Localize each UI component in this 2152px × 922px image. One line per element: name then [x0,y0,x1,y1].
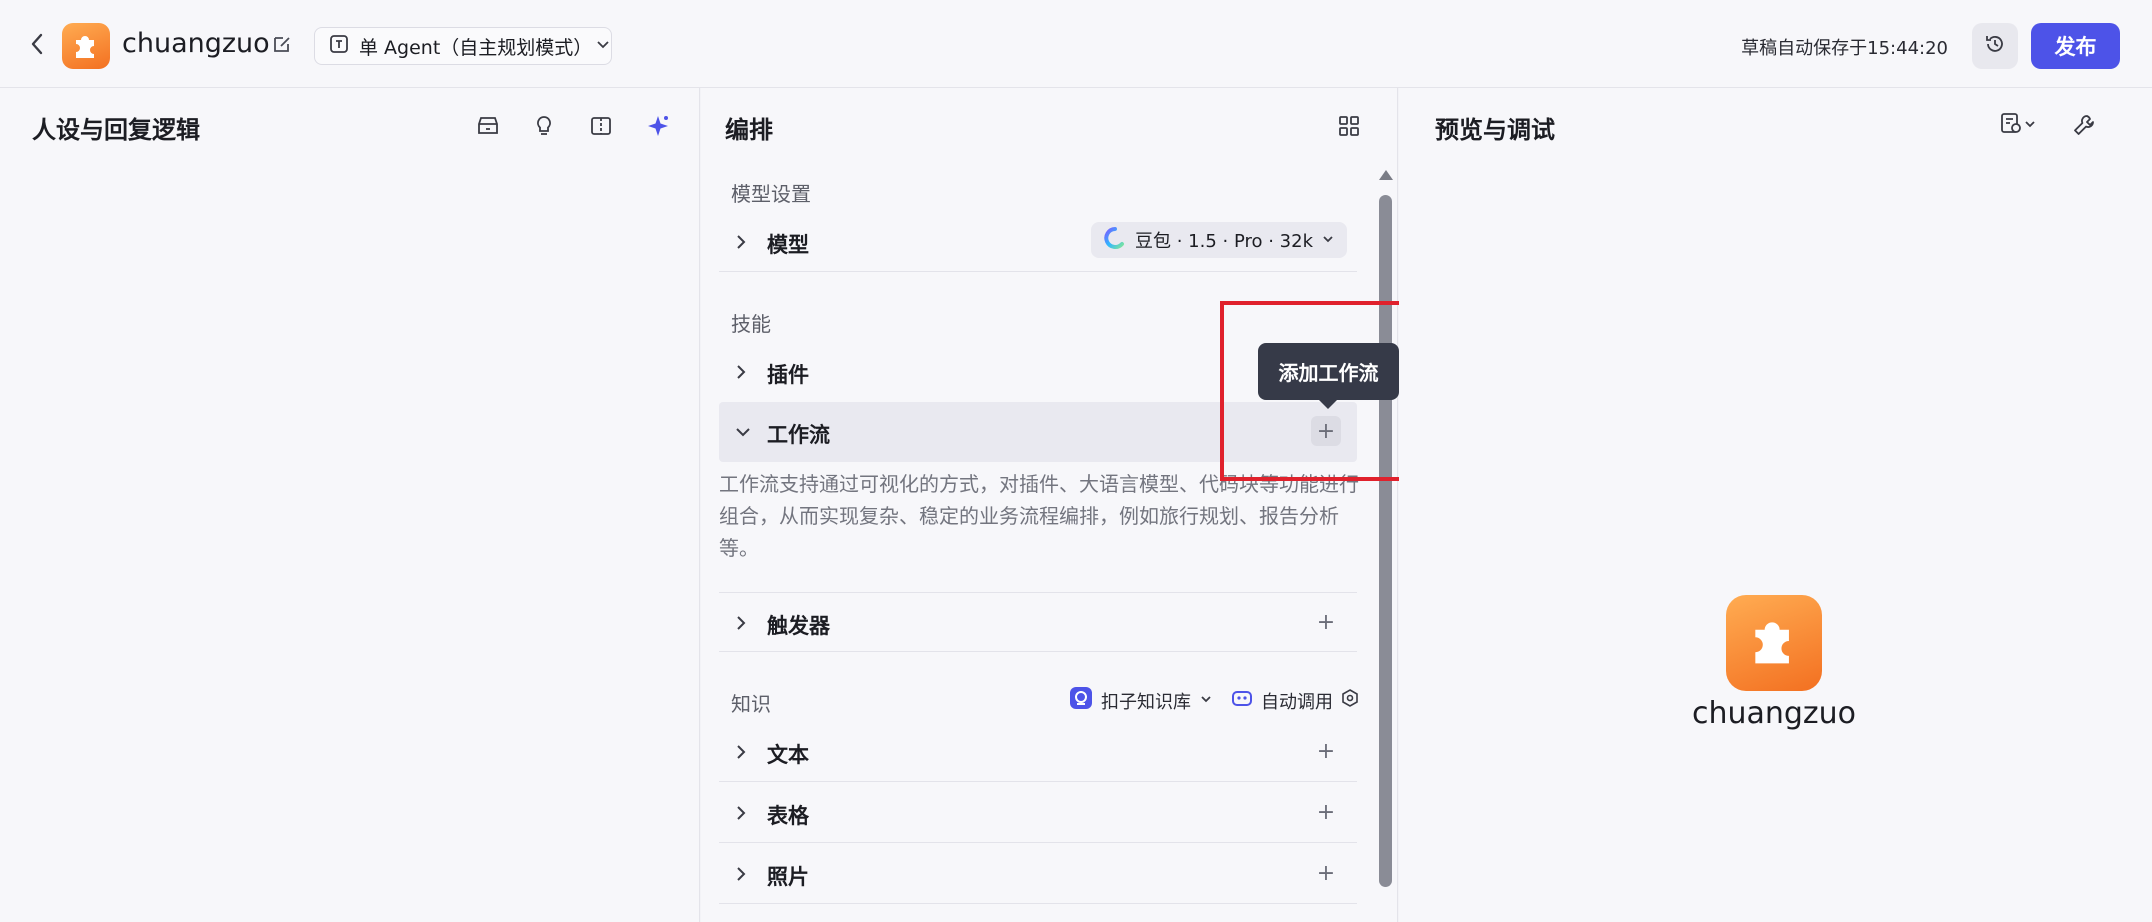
chevron-right-icon [733,742,749,766]
chevron-right-icon [733,232,749,256]
scrollbar-thumb[interactable] [1379,195,1392,887]
edit-icon[interactable] [272,34,292,58]
history-button[interactable] [1972,23,2018,69]
add-table-button[interactable]: + [1311,797,1341,827]
model-chip-label: 豆包 · 1.5 · Pro · 32k [1134,231,1313,252]
model-row[interactable]: 模型 豆包 · 1.5 · Pro · 32k [719,212,1357,272]
chevron-down-icon [2023,116,2037,135]
app-name: chuangzuo [122,28,270,59]
wrench-icon[interactable] [2069,110,2099,140]
trigger-row-label: 触发器 [767,614,830,638]
text-knowledge-row[interactable]: 文本 + [719,722,1357,782]
text-row-label: 文本 [767,743,809,767]
knowledge-tools: 扣子知识库 自动调用 [1069,686,1359,715]
agent-mode-select[interactable]: 单 Agent（自主规划模式） [314,27,612,65]
photo-knowledge-row[interactable]: 照片 + [719,844,1357,904]
persona-panel: 人设与回复逻辑 [0,88,700,922]
plus-icon: + [1316,609,1336,635]
robot-icon [1231,687,1253,714]
model-settings-label: 模型设置 [731,182,811,206]
chevron-down-icon [733,424,753,444]
knowledge-base-label: 扣子知识库 [1101,691,1191,713]
photo-row-label: 照片 [767,865,809,889]
bot-avatar [1726,595,1822,691]
trigger-row[interactable]: 触发器 + [719,592,1357,652]
skills-label: 技能 [731,312,771,336]
chevron-right-icon [733,803,749,827]
scroll-up-arrow[interactable] [1379,170,1393,180]
chevron-right-icon [733,613,749,637]
app-logo-icon [62,23,110,69]
debug-menu-button[interactable] [1993,110,2043,140]
table-row-label: 表格 [767,804,809,828]
table-knowledge-row[interactable]: 表格 + [719,783,1357,843]
add-text-button[interactable]: + [1311,736,1341,766]
agent-mode-label: 单 Agent（自主规划模式） [359,36,593,59]
auto-call-label: 自动调用 [1261,691,1333,713]
add-trigger-button[interactable]: + [1311,607,1341,637]
persona-panel-title: 人设与回复逻辑 [32,116,200,144]
plus-icon: + [1316,799,1336,825]
preview-panel: 预览与调试 [1399,88,2152,922]
workflow-description: 工作流支持通过可视化的方式，对插件、大语言模型、代码块等功能进行组合，从而实现复… [719,472,1359,560]
doubao-model-icon [1103,226,1127,255]
layout-grid-icon[interactable] [1335,112,1363,140]
compare-icon[interactable] [587,112,615,140]
workflow-row-label: 工作流 [767,423,830,447]
sparkle-icon[interactable] [644,112,672,140]
auto-call-toggle[interactable]: 自动调用 [1231,687,1359,714]
chevron-down-icon [1321,230,1335,251]
preview-panel-title: 预览与调试 [1435,116,1555,144]
agent-mode-icon [329,34,349,59]
orchestration-panel-title: 编排 [725,116,773,144]
knowledge-base-icon [1069,686,1093,715]
top-bar: chuangzuo 单 Agent（自主规划模式） 草稿自动保存于15:44:2… [0,0,2152,88]
knowledge-base-select[interactable]: 扣子知识库 [1069,686,1213,715]
plus-icon: + [1316,860,1336,886]
plugin-row-label: 插件 [767,363,809,387]
debug-icon [1999,111,2023,139]
chevron-right-icon [733,362,749,386]
add-photo-button[interactable]: + [1311,858,1341,888]
orchestration-panel: 编排 模型设置 模型 豆包 · 1.5 · Pro · 32k 技能 插件 工作… [701,88,1398,922]
chevron-down-icon [595,35,611,57]
plus-icon: + [1316,738,1336,764]
chevron-down-icon [1199,690,1213,711]
publish-button[interactable]: 发布 [2031,23,2120,69]
history-icon [1984,33,2006,59]
back-icon[interactable] [26,30,50,58]
store-icon[interactable] [474,112,502,140]
settings-icon[interactable] [1341,689,1359,712]
chevron-right-icon [733,864,749,888]
lightbulb-icon[interactable] [530,112,558,140]
model-row-label: 模型 [767,233,809,257]
knowledge-label: 知识 [731,692,771,716]
autosave-status: 草稿自动保存于15:44:20 [1741,38,1948,59]
model-select[interactable]: 豆包 · 1.5 · Pro · 32k [1090,222,1347,258]
bot-name: chuangzuo [1691,696,1857,731]
